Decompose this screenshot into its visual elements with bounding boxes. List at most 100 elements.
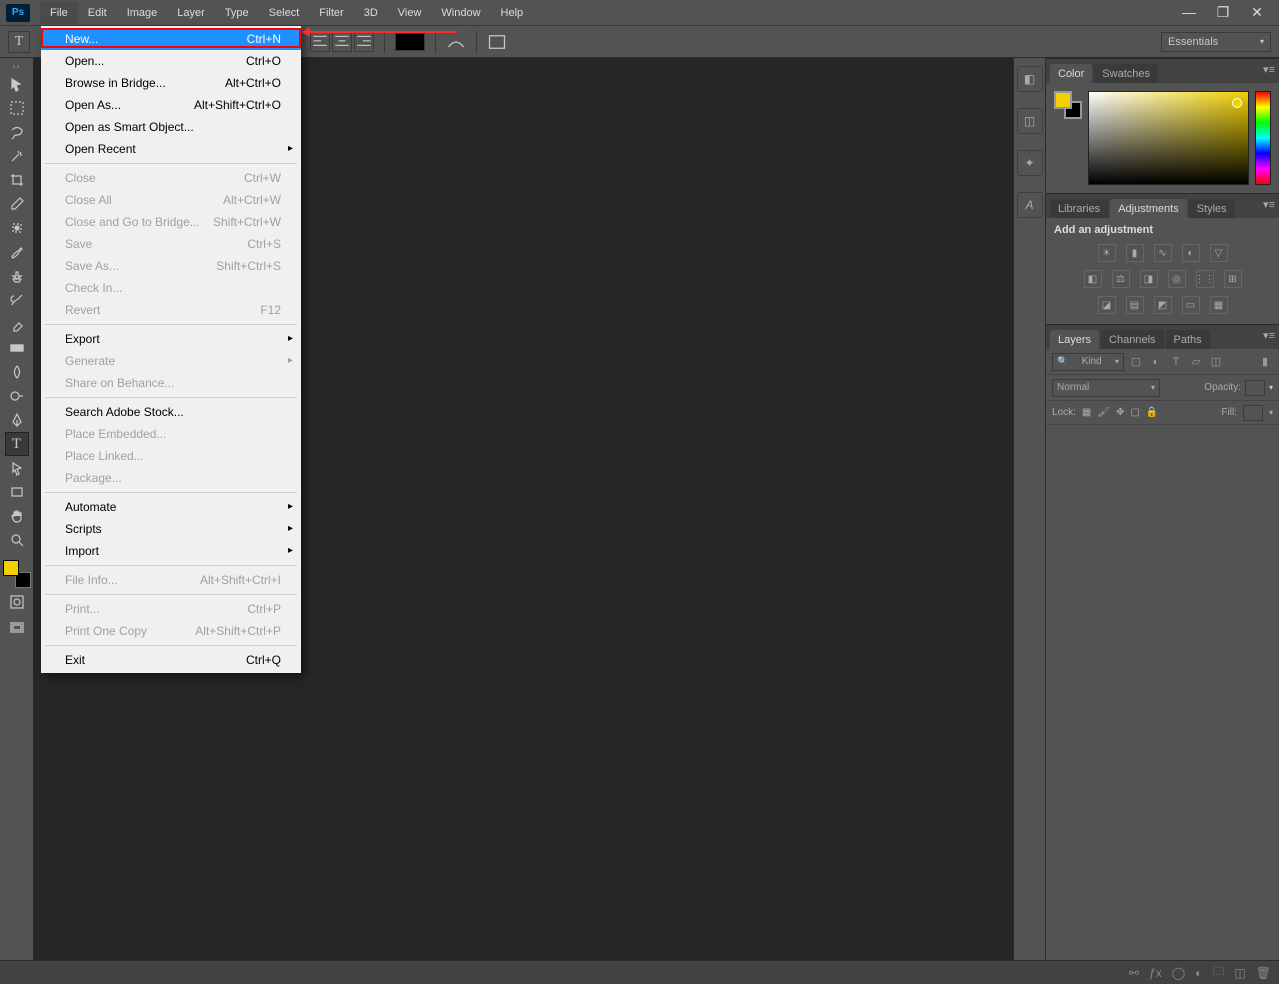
menu-view[interactable]: View xyxy=(388,2,432,24)
panel-foreground[interactable] xyxy=(1054,91,1072,109)
posterize-icon[interactable]: ▤ xyxy=(1126,296,1144,314)
invert-icon[interactable]: ◪ xyxy=(1098,296,1116,314)
file-menu-open-as-smart-object[interactable]: Open as Smart Object... xyxy=(41,116,301,138)
file-menu-automate[interactable]: Automate xyxy=(41,496,301,518)
menu-layer[interactable]: Layer xyxy=(167,2,215,24)
exposure-icon[interactable]: ◐ xyxy=(1182,244,1200,262)
maximize-button[interactable]: ❐ xyxy=(1211,4,1235,21)
file-menu-import[interactable]: Import xyxy=(41,540,301,562)
curves-icon[interactable]: ∿ xyxy=(1154,244,1172,262)
menu-help[interactable]: Help xyxy=(491,2,534,24)
zoom-tool[interactable] xyxy=(5,528,29,552)
tool-preset-picker[interactable]: T xyxy=(8,31,30,53)
color-lookup-icon[interactable]: ⊞ xyxy=(1224,270,1242,288)
lock-pixels-icon[interactable]: 🖌 xyxy=(1097,407,1110,418)
file-menu-open[interactable]: Open...Ctrl+O xyxy=(41,50,301,72)
magic-wand-tool[interactable] xyxy=(5,144,29,168)
character-panel-icon[interactable]: A xyxy=(1017,192,1043,218)
type-tool[interactable]: T xyxy=(5,432,29,456)
selective-color-icon[interactable]: ▦ xyxy=(1210,296,1228,314)
crop-tool[interactable] xyxy=(5,168,29,192)
history-panel-icon[interactable]: ◧ xyxy=(1017,66,1043,92)
toolbox-grip[interactable]: ›› xyxy=(2,62,32,70)
filter-type-icon[interactable]: T xyxy=(1168,354,1184,370)
menu-edit[interactable]: Edit xyxy=(78,2,117,24)
gradient-tool[interactable] xyxy=(5,336,29,360)
layers-tab[interactable]: Layers xyxy=(1050,330,1099,349)
lasso-tool[interactable] xyxy=(5,120,29,144)
photo-filter-icon[interactable]: ◎ xyxy=(1168,270,1186,288)
file-menu-exit[interactable]: ExitCtrl+Q xyxy=(41,649,301,671)
hand-tool[interactable] xyxy=(5,504,29,528)
brush-tool[interactable] xyxy=(5,240,29,264)
menu-window[interactable]: Window xyxy=(431,2,490,24)
menu-file[interactable]: File xyxy=(40,2,78,24)
foreground-color[interactable] xyxy=(3,560,19,576)
opacity-value[interactable] xyxy=(1245,380,1265,396)
vibrance-icon[interactable]: ▽ xyxy=(1210,244,1228,262)
fill-value[interactable] xyxy=(1243,405,1263,421)
panel-menu-icon[interactable]: ▾≡ xyxy=(1263,63,1275,76)
lock-transparency-icon[interactable]: ▦ xyxy=(1082,407,1091,418)
file-menu-search-adobe-stock[interactable]: Search Adobe Stock... xyxy=(41,401,301,423)
layer-effects-icon[interactable]: ƒx xyxy=(1149,966,1162,980)
color-tab[interactable]: Color xyxy=(1050,64,1092,83)
new-group-icon[interactable]: 🗀 xyxy=(1212,962,1224,983)
filter-toggle[interactable]: ▮ xyxy=(1257,354,1273,370)
workspace-switcher[interactable]: Essentials ▾ xyxy=(1161,32,1271,52)
channels-tab[interactable]: Channels xyxy=(1101,330,1163,349)
spot-healing-tool[interactable] xyxy=(5,216,29,240)
threshold-icon[interactable]: ◩ xyxy=(1154,296,1172,314)
menu-select[interactable]: Select xyxy=(259,2,310,24)
file-menu-export[interactable]: Export xyxy=(41,328,301,350)
path-selection-tool[interactable] xyxy=(5,456,29,480)
marquee-tool[interactable] xyxy=(5,96,29,120)
text-color-swatch[interactable] xyxy=(395,33,425,51)
color-swatches[interactable] xyxy=(3,560,31,588)
filter-shape-icon[interactable]: ▱ xyxy=(1188,354,1204,370)
minimize-button[interactable]: — xyxy=(1177,4,1201,21)
color-field[interactable] xyxy=(1088,91,1249,185)
gradient-map-icon[interactable]: ▭ xyxy=(1182,296,1200,314)
filter-adjust-icon[interactable]: ◐ xyxy=(1148,354,1164,370)
file-menu-open-as[interactable]: Open As...Alt+Shift+Ctrl+O xyxy=(41,94,301,116)
rectangle-tool[interactable] xyxy=(5,480,29,504)
link-layers-icon[interactable]: ⚯ xyxy=(1129,966,1139,980)
lock-all-icon[interactable]: 🔒 xyxy=(1146,407,1158,418)
hue-slider[interactable] xyxy=(1255,91,1271,185)
character-panel-button[interactable] xyxy=(487,32,507,52)
pen-tool[interactable] xyxy=(5,408,29,432)
screen-mode-button[interactable] xyxy=(5,616,29,640)
history-brush-tool[interactable] xyxy=(5,288,29,312)
panel-menu-icon[interactable]: ▾≡ xyxy=(1263,329,1275,342)
levels-icon[interactable]: ▮ xyxy=(1126,244,1144,262)
new-layer-icon[interactable]: ◫ xyxy=(1234,966,1245,980)
menu-type[interactable]: Type xyxy=(215,2,259,24)
menu-image[interactable]: Image xyxy=(117,2,168,24)
adjustments-tab[interactable]: Adjustments xyxy=(1110,199,1187,218)
paths-tab[interactable]: Paths xyxy=(1166,330,1210,349)
file-menu-browse-in-bridge[interactable]: Browse in Bridge...Alt+Ctrl+O xyxy=(41,72,301,94)
lock-artboard-icon[interactable]: ▢ xyxy=(1130,407,1139,418)
lock-position-icon[interactable]: ✥ xyxy=(1116,407,1124,418)
channel-mixer-icon[interactable]: ⋮⋮ xyxy=(1196,270,1214,288)
menu-3d[interactable]: 3D xyxy=(354,2,388,24)
libraries-tab[interactable]: Libraries xyxy=(1050,199,1108,218)
blend-mode-dropdown[interactable]: Normal▾ xyxy=(1052,379,1160,397)
color-balance-icon[interactable]: ⚖ xyxy=(1112,270,1130,288)
clone-stamp-tool[interactable] xyxy=(5,264,29,288)
quick-mask-button[interactable] xyxy=(5,590,29,614)
bw-icon[interactable]: ◨ xyxy=(1140,270,1158,288)
styles-tab[interactable]: Styles xyxy=(1189,199,1235,218)
blur-tool[interactable] xyxy=(5,360,29,384)
panel-menu-icon[interactable]: ▾≡ xyxy=(1263,198,1275,211)
dodge-tool[interactable] xyxy=(5,384,29,408)
brightness-icon[interactable]: ☀ xyxy=(1098,244,1116,262)
layer-mask-icon[interactable]: ◯ xyxy=(1172,966,1185,980)
hue-icon[interactable]: ◧ xyxy=(1084,270,1102,288)
swatches-tab[interactable]: Swatches xyxy=(1094,64,1158,83)
move-tool[interactable] xyxy=(5,72,29,96)
delete-layer-icon[interactable]: 🗑 xyxy=(1256,966,1271,980)
menu-filter[interactable]: Filter xyxy=(309,2,353,24)
eraser-tool[interactable] xyxy=(5,312,29,336)
